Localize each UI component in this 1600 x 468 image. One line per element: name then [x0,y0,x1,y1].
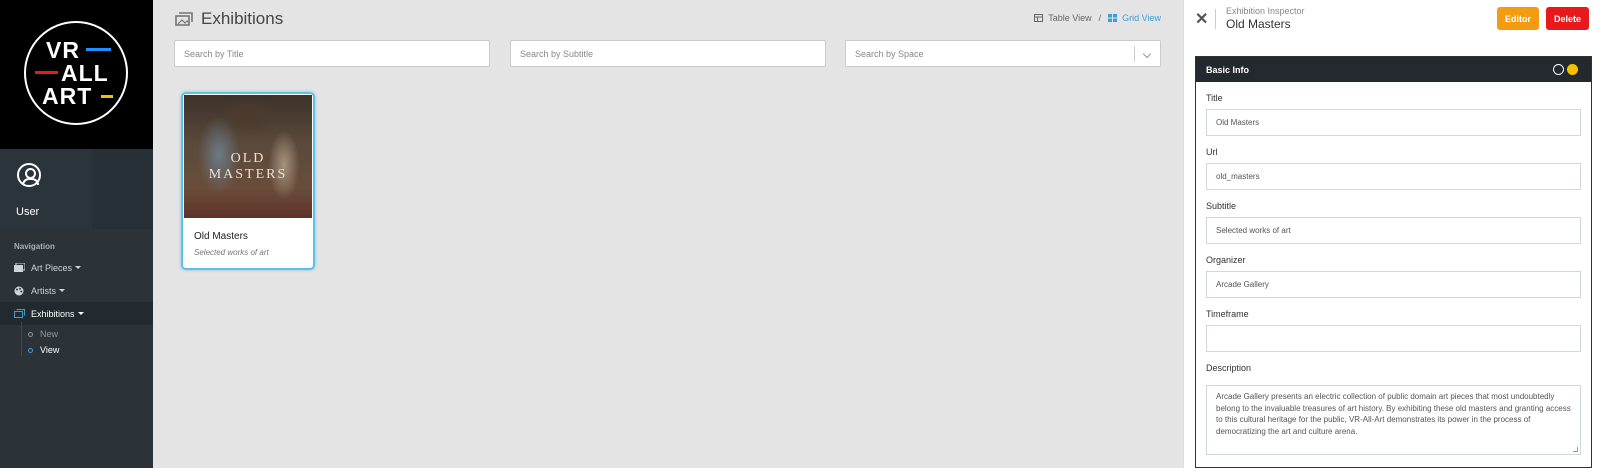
logo-text-all: ALL [61,60,109,86]
timeframe-field[interactable] [1206,325,1581,352]
circle-icon [28,347,33,353]
sidebar-item-artists[interactable]: Artists [0,279,153,302]
gallery-icon [175,12,193,26]
basic-info-panel: Basic Info Title Url Subtitle Organizer … [1195,56,1592,468]
logo-text-vr: VR [46,37,80,63]
search-title-field[interactable] [174,40,490,67]
nav-header: Navigation [14,242,55,251]
main-content: Exhibitions Table View / Grid View OLD M… [153,0,1183,468]
close-icon[interactable]: ✕ [1195,9,1208,29]
table-view-link[interactable]: Table View [1048,13,1091,23]
search-subtitle-field[interactable] [510,40,826,67]
view-toggle: Table View / Grid View [1034,13,1161,23]
sidebar-item-art-pieces[interactable]: Art Pieces [0,256,153,279]
circle-icon [28,331,33,337]
delete-button[interactable]: Delete [1546,7,1589,30]
images-icon [14,262,26,272]
subtitle-field[interactable] [1206,217,1581,244]
search-space-input[interactable] [855,48,1151,59]
thumbnail-text-line: OLD [230,151,266,166]
inspector-title: Old Masters [1226,17,1291,31]
title-field[interactable] [1206,109,1581,136]
card-subtitle: Selected works of art [194,248,269,257]
sidebar-subitem-view[interactable]: View [28,345,59,355]
page-title: Exhibitions [201,9,284,28]
view-separator: / [1098,13,1102,23]
url-label: Url [1206,147,1218,157]
title-label: Title [1206,93,1223,103]
sidebar: VR ALL ART User Navigation Art Pieces Ar… [0,0,153,468]
user-panel-highlight [0,149,92,229]
search-subtitle-input[interactable] [520,48,816,59]
title-input[interactable] [1216,118,1571,127]
logo-bar-blue [86,48,111,51]
logo-bar-red [35,71,58,74]
search-title-input[interactable] [184,48,480,59]
move-icon[interactable] [1553,64,1564,75]
subtitle-label: Subtitle [1206,201,1237,211]
sidebar-subitem-new[interactable]: New [28,329,58,339]
url-field[interactable] [1206,163,1581,190]
panel-header: Basic Info [1196,57,1591,82]
logo-bar-yellow [101,95,113,98]
grid-view-link[interactable]: Grid View [1122,13,1161,23]
organizer-input[interactable] [1216,280,1571,289]
organizer-field[interactable] [1206,271,1581,298]
gallery-icon [14,309,25,318]
sidebar-subitem-label: New [40,329,59,339]
user-name: User [16,206,40,218]
url-input[interactable] [1216,172,1571,181]
submenu-line [21,322,22,356]
subtitle-input[interactable] [1216,226,1571,235]
card-title: Old Masters [194,231,248,242]
exhibition-thumbnail: OLD MASTERS [184,95,312,218]
chevron-down-icon [77,312,84,315]
timeframe-label: Timeframe [1206,309,1249,319]
collapse-icon[interactable] [1567,64,1578,75]
grid-icon [1108,14,1118,22]
sidebar-item-label: Art Pieces [31,262,73,273]
logo[interactable]: VR ALL ART [0,0,153,149]
exhibition-card[interactable]: OLD MASTERS Old Masters Selected works o… [181,92,315,270]
sidebar-item-label: Exhibitions [31,308,75,319]
palette-icon [14,286,25,296]
timeframe-input[interactable] [1216,334,1571,343]
inspector-divider [1215,9,1216,29]
inspector-label: Exhibition Inspector [1226,6,1305,16]
exhibition-inspector: ✕ Exhibition Inspector Old Masters Edito… [1183,0,1600,468]
description-textarea[interactable]: Arcade Gallery presents an electric coll… [1206,385,1581,455]
search-space-select[interactable] [845,40,1161,67]
table-icon [1034,14,1044,22]
select-divider [1134,46,1135,62]
sidebar-subitem-label: View [40,345,60,355]
editor-button[interactable]: Editor [1497,7,1539,30]
sidebar-item-exhibitions[interactable]: Exhibitions [0,302,153,325]
user-avatar-icon[interactable] [17,163,41,187]
resize-handle-icon[interactable] [1573,447,1578,452]
logo-text-art: ART [42,83,93,109]
panel-title: Basic Info [1206,64,1250,75]
description-label: Description [1206,363,1252,373]
organizer-label: Organizer [1206,255,1246,265]
user-panel: User [0,149,153,229]
sidebar-item-label: Artists [31,285,57,296]
chevron-down-icon [59,289,66,292]
thumbnail-text-line: MASTERS [208,167,288,182]
description-text: Arcade Gallery presents an electric coll… [1216,392,1571,436]
chevron-down-icon [75,266,82,269]
